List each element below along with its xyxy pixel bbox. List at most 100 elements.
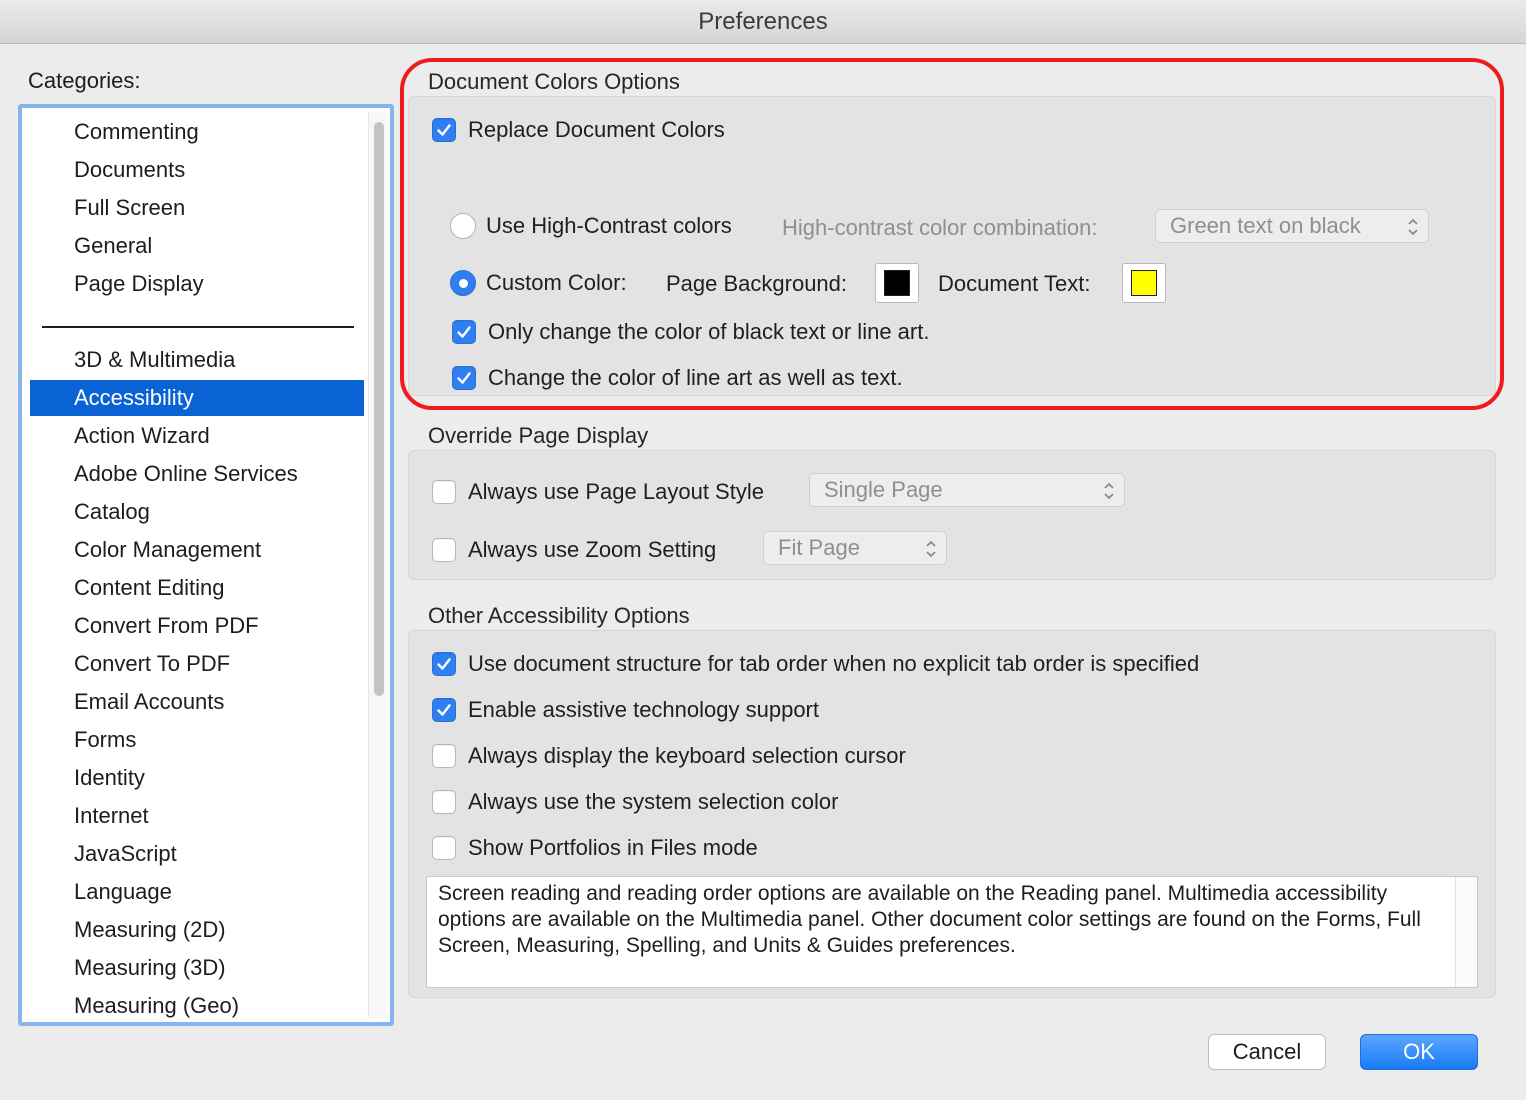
categories-scrollbar[interactable] [368,112,386,1018]
sidebar-item-javascript[interactable]: JavaScript [30,836,364,872]
page-background-color [884,270,910,296]
sidebar-item-catalog[interactable]: Catalog [30,494,364,530]
page-background-label: Page Background: [666,271,848,296]
layout-style-checkbox[interactable] [432,480,456,504]
replace-colors-option[interactable]: Replace Document Colors [432,117,725,143]
line-art-option[interactable]: Change the color of line art as well as … [452,365,903,391]
sidebar-item-forms[interactable]: Forms [30,722,364,758]
only-black-checkbox[interactable] [452,320,476,344]
layout-style-select-value: Single Page [824,477,943,502]
zoom-setting-checkbox[interactable] [432,538,456,562]
document-text-label-row: Document Text: [938,271,1090,297]
layout-style-label: Always use Page Layout Style [468,479,764,504]
up-down-chevron-icon [1408,218,1418,236]
high-contrast-label: Use High-Contrast colors [486,213,732,238]
categories-list[interactable]: Commenting Documents Full Screen General Pag… [18,104,394,1026]
high-contrast-option[interactable]: Use High-Contrast colors [450,213,732,239]
keyboard-cursor-label: Always display the keyboard selection cu… [468,743,906,768]
ok-button[interactable]: OK [1360,1034,1478,1070]
sidebar-item-page-display[interactable]: Page Display [30,266,364,302]
layout-style-select[interactable]: Single Page [809,473,1125,507]
checkmark-icon [457,372,471,384]
system-selection-color-checkbox[interactable] [432,790,456,814]
categories-label: Categories: [28,68,141,93]
sidebar-item-content-editing[interactable]: Content Editing [30,570,364,606]
radio-dot [458,278,468,288]
sidebar-item-color-management[interactable]: Color Management [30,532,364,568]
tab-order-checkbox[interactable] [432,652,456,676]
layout-style-option[interactable]: Always use Page Layout Style [432,479,764,505]
line-art-checkbox[interactable] [452,366,476,390]
document-colors-title: Document Colors Options [428,69,680,94]
sidebar-item-measuring-2d[interactable]: Measuring (2D) [30,912,364,948]
other-option-row[interactable]: Always display the keyboard selection cu… [432,743,906,769]
title-bar: Preferences [0,0,1526,44]
sidebar-item-email-accounts[interactable]: Email Accounts [30,684,364,720]
sidebar-item-language[interactable]: Language [30,874,364,910]
window-title: Preferences [698,7,828,35]
checkmark-icon [437,704,451,716]
override-title: Override Page Display [428,423,649,448]
info-text: Screen reading and reading order options… [438,882,1421,957]
assistive-tech-checkbox[interactable] [432,698,456,722]
combination-select-value: Green text on black [1170,213,1361,238]
document-text-label: Document Text: [938,271,1091,296]
checkmark-icon [437,124,451,136]
cancel-button[interactable]: Cancel [1208,1034,1326,1070]
portfolios-files-mode-checkbox[interactable] [432,836,456,860]
other-options-title: Other Accessibility Options [428,603,690,628]
only-black-option[interactable]: Only change the color of black text or l… [452,319,929,345]
sidebar-item-internet[interactable]: Internet [30,798,364,834]
custom-color-label: Custom Color: [486,270,627,295]
sidebar-item-convert-from-pdf[interactable]: Convert From PDF [30,608,364,644]
categories-scrollbar-thumb[interactable] [374,122,384,696]
sidebar-item-general[interactable]: General [30,228,364,264]
portfolios-files-mode-label: Show Portfolios in Files mode [468,835,758,860]
sidebar-item-commenting[interactable]: Commenting [30,114,364,150]
sidebar-item-adobe-online-services[interactable]: Adobe Online Services [30,456,364,492]
document-text-color [1131,270,1157,296]
other-option-row[interactable]: Always use the system selection color [432,789,839,815]
zoom-setting-label: Always use Zoom Setting [468,537,717,562]
page-background-swatch[interactable] [875,263,919,303]
sidebar-item-action-wizard[interactable]: Action Wizard [30,418,364,454]
custom-color-radio[interactable] [450,270,476,296]
checkmark-icon [457,326,471,338]
sidebar-item-3d-multimedia[interactable]: 3D & Multimedia [30,342,364,378]
sidebar-item-documents[interactable]: Documents [30,152,364,188]
replace-colors-checkbox[interactable] [432,118,456,142]
sidebar-item-measuring-3d[interactable]: Measuring (3D) [30,950,364,986]
sidebar-item-full-screen[interactable]: Full Screen [30,190,364,226]
sidebar-item-identity[interactable]: Identity [30,760,364,796]
system-selection-color-label: Always use the system selection color [468,789,839,814]
info-text-scrollbar[interactable] [1455,877,1477,987]
zoom-setting-option[interactable]: Always use Zoom Setting [432,537,716,563]
categories-divider [42,326,354,328]
tab-order-label: Use document structure for tab order whe… [468,651,1200,676]
other-option-row[interactable]: Use document structure for tab order whe… [432,651,1199,677]
page-background-label-row: Page Background: [666,271,847,297]
sidebar-item-convert-to-pdf[interactable]: Convert To PDF [30,646,364,682]
line-art-label: Change the color of line art as well as … [488,365,903,390]
document-text-swatch[interactable] [1122,263,1166,303]
assistive-tech-label: Enable assistive technology support [468,697,819,722]
sidebar-item-measuring-geo[interactable]: Measuring (Geo) [30,988,364,1022]
replace-colors-label: Replace Document Colors [468,117,725,142]
sidebar-item-accessibility[interactable]: Accessibility [30,380,364,416]
info-text-box[interactable]: Screen reading and reading order options… [426,876,1478,988]
combination-label-row: High-contrast color combination: [782,215,1097,241]
zoom-setting-select-value: Fit Page [778,535,860,560]
high-contrast-radio[interactable] [450,213,476,239]
checkmark-icon [437,658,451,670]
categories-list-content: Commenting Documents Full Screen General Pag… [26,112,364,1018]
zoom-setting-select[interactable]: Fit Page [763,531,947,565]
combination-label: High-contrast color combination: [782,215,1098,240]
keyboard-cursor-checkbox[interactable] [432,744,456,768]
up-down-chevron-icon [1104,482,1114,500]
other-option-row[interactable]: Show Portfolios in Files mode [432,835,758,861]
combination-select[interactable]: Green text on black [1155,209,1429,243]
up-down-chevron-icon [926,540,936,558]
other-option-row[interactable]: Enable assistive technology support [432,697,819,723]
custom-color-option[interactable]: Custom Color: [450,270,627,296]
only-black-label: Only change the color of black text or l… [488,319,930,344]
